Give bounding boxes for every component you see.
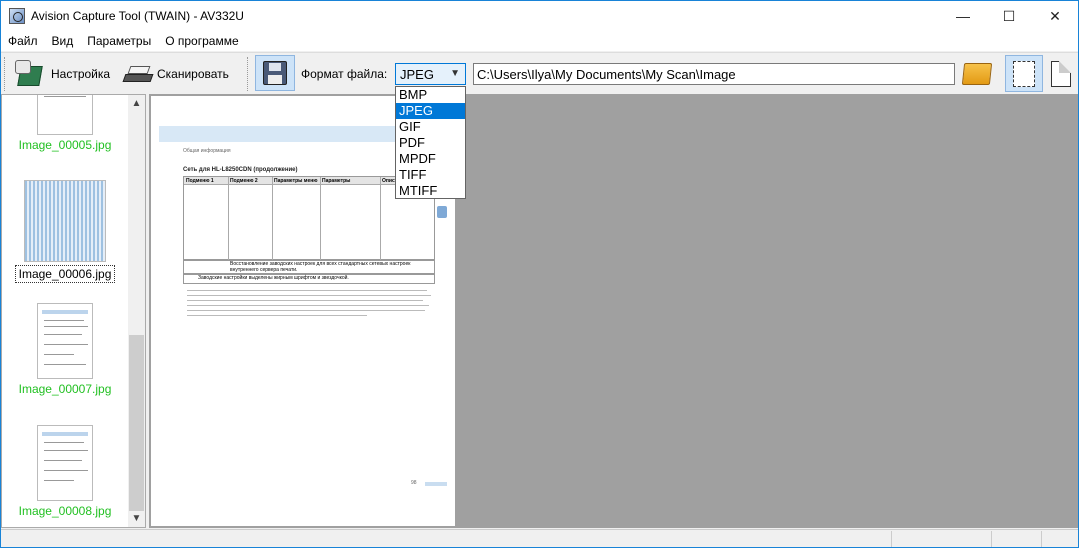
save-button[interactable] (255, 55, 295, 91)
page-section-title: Сеть для HL-L8250CDN (продолжение) (183, 167, 298, 173)
crop-button[interactable] (1005, 55, 1043, 92)
toolbar-grip[interactable] (4, 57, 7, 91)
thumbnail-caption: Image_00005.jpg (18, 138, 112, 152)
settings-label: Настройка (51, 67, 111, 81)
minimize-button[interactable]: — (940, 1, 986, 31)
toolbar-grip[interactable] (247, 57, 250, 91)
table-header-cell: Подменю 2 (230, 178, 258, 184)
browse-folder-button[interactable] (959, 57, 995, 91)
thumbnail-pane: Image_00005.jpg Image_00006.jpg Image_00… (1, 94, 146, 528)
folder-icon (961, 63, 993, 85)
crop-icon (1013, 60, 1035, 87)
floppy-disk-icon (263, 61, 287, 85)
menu-bar: Файл Вид Параметры О программе (1, 31, 1078, 51)
table-header-cell: Подменю 1 (186, 178, 214, 184)
table-header-cell: Параметры (322, 178, 351, 184)
status-bar (1, 529, 1078, 547)
format-option-jpeg[interactable]: JPEG (396, 103, 465, 119)
thumbnail-item[interactable]: Image_00007.jpg (2, 303, 128, 396)
app-window: Avision Capture Tool (TWAIN) - AV332U — … (0, 0, 1079, 548)
page-table-row: Восстановление заводских настроек для вс… (183, 260, 435, 274)
save-path-input[interactable] (473, 63, 955, 85)
file-format-dropdown: BMP JPEG GIF PDF MPDF TIFF MTIFF (395, 86, 466, 199)
title-bar: Avision Capture Tool (TWAIN) - AV332U — … (1, 1, 1078, 31)
scroll-up-icon[interactable]: ▲ (128, 95, 145, 112)
status-cell (991, 531, 992, 547)
page-footer-band (425, 482, 447, 486)
preview-pane: Общая информация Сеть для HL-L8250CDN (п… (149, 94, 1078, 528)
thumbnail-image (37, 95, 93, 135)
status-cell (1041, 531, 1042, 547)
format-option-pdf[interactable]: PDF (396, 135, 465, 151)
thumbnail-image (37, 303, 93, 379)
format-option-mtiff[interactable]: MTIFF (396, 183, 465, 199)
format-option-mpdf[interactable]: MPDF (396, 151, 465, 167)
page-number: 98 (411, 480, 417, 486)
menu-view[interactable]: Вид (45, 34, 81, 48)
page-note: Заводские настройки выделены жирным шриф… (183, 274, 435, 284)
table-header-cell: Параметры меню (274, 178, 318, 184)
thumbnail-caption: Image_00008.jpg (18, 504, 112, 518)
window-title: Avision Capture Tool (TWAIN) - AV332U (31, 9, 244, 23)
settings-button[interactable]: Настройка (13, 57, 110, 91)
menu-file[interactable]: Файл (1, 34, 45, 48)
menu-about[interactable]: О программе (158, 34, 245, 48)
close-button[interactable]: ✕ (1032, 1, 1078, 31)
file-format-select[interactable]: JPEG ▼ (395, 63, 466, 85)
page-icon (1051, 61, 1071, 87)
file-format-label: Формат файла: (301, 67, 388, 81)
thumbnail-item[interactable]: Image_00008.jpg (2, 425, 128, 518)
file-format-value: JPEG (400, 66, 434, 82)
thumbnail-item[interactable]: Image_00005.jpg (2, 95, 128, 152)
page-small-header: Общая информация (183, 148, 231, 154)
format-option-gif[interactable]: GIF (396, 119, 465, 135)
scroll-down-icon[interactable]: ▼ (128, 510, 145, 527)
scan-label: Сканировать (157, 67, 229, 81)
maximize-button[interactable]: ☐ (986, 1, 1032, 31)
chevron-down-icon: ▼ (450, 68, 460, 79)
scanner-icon (122, 60, 154, 88)
settings-icon (13, 58, 47, 90)
app-icon (9, 8, 25, 24)
scrollbar-thumb[interactable] (129, 335, 144, 511)
menu-options[interactable]: Параметры (80, 34, 158, 48)
format-option-tiff[interactable]: TIFF (396, 167, 465, 183)
thumbnail-image (24, 180, 106, 262)
thumbnail-scrollbar[interactable]: ▲ ▼ (128, 95, 145, 527)
thumbnail-item[interactable]: Image_00006.jpg (2, 180, 128, 283)
thumbnail-image (37, 425, 93, 501)
thumbnail-caption: Image_00006.jpg (14, 265, 116, 283)
format-option-bmp[interactable]: BMP (396, 87, 465, 103)
scan-button[interactable]: Сканировать (122, 57, 229, 91)
thumbnail-caption: Image_00007.jpg (18, 382, 112, 396)
page-side-tab (437, 206, 447, 218)
status-cell (891, 531, 892, 547)
page-view-button[interactable] (1047, 57, 1075, 91)
